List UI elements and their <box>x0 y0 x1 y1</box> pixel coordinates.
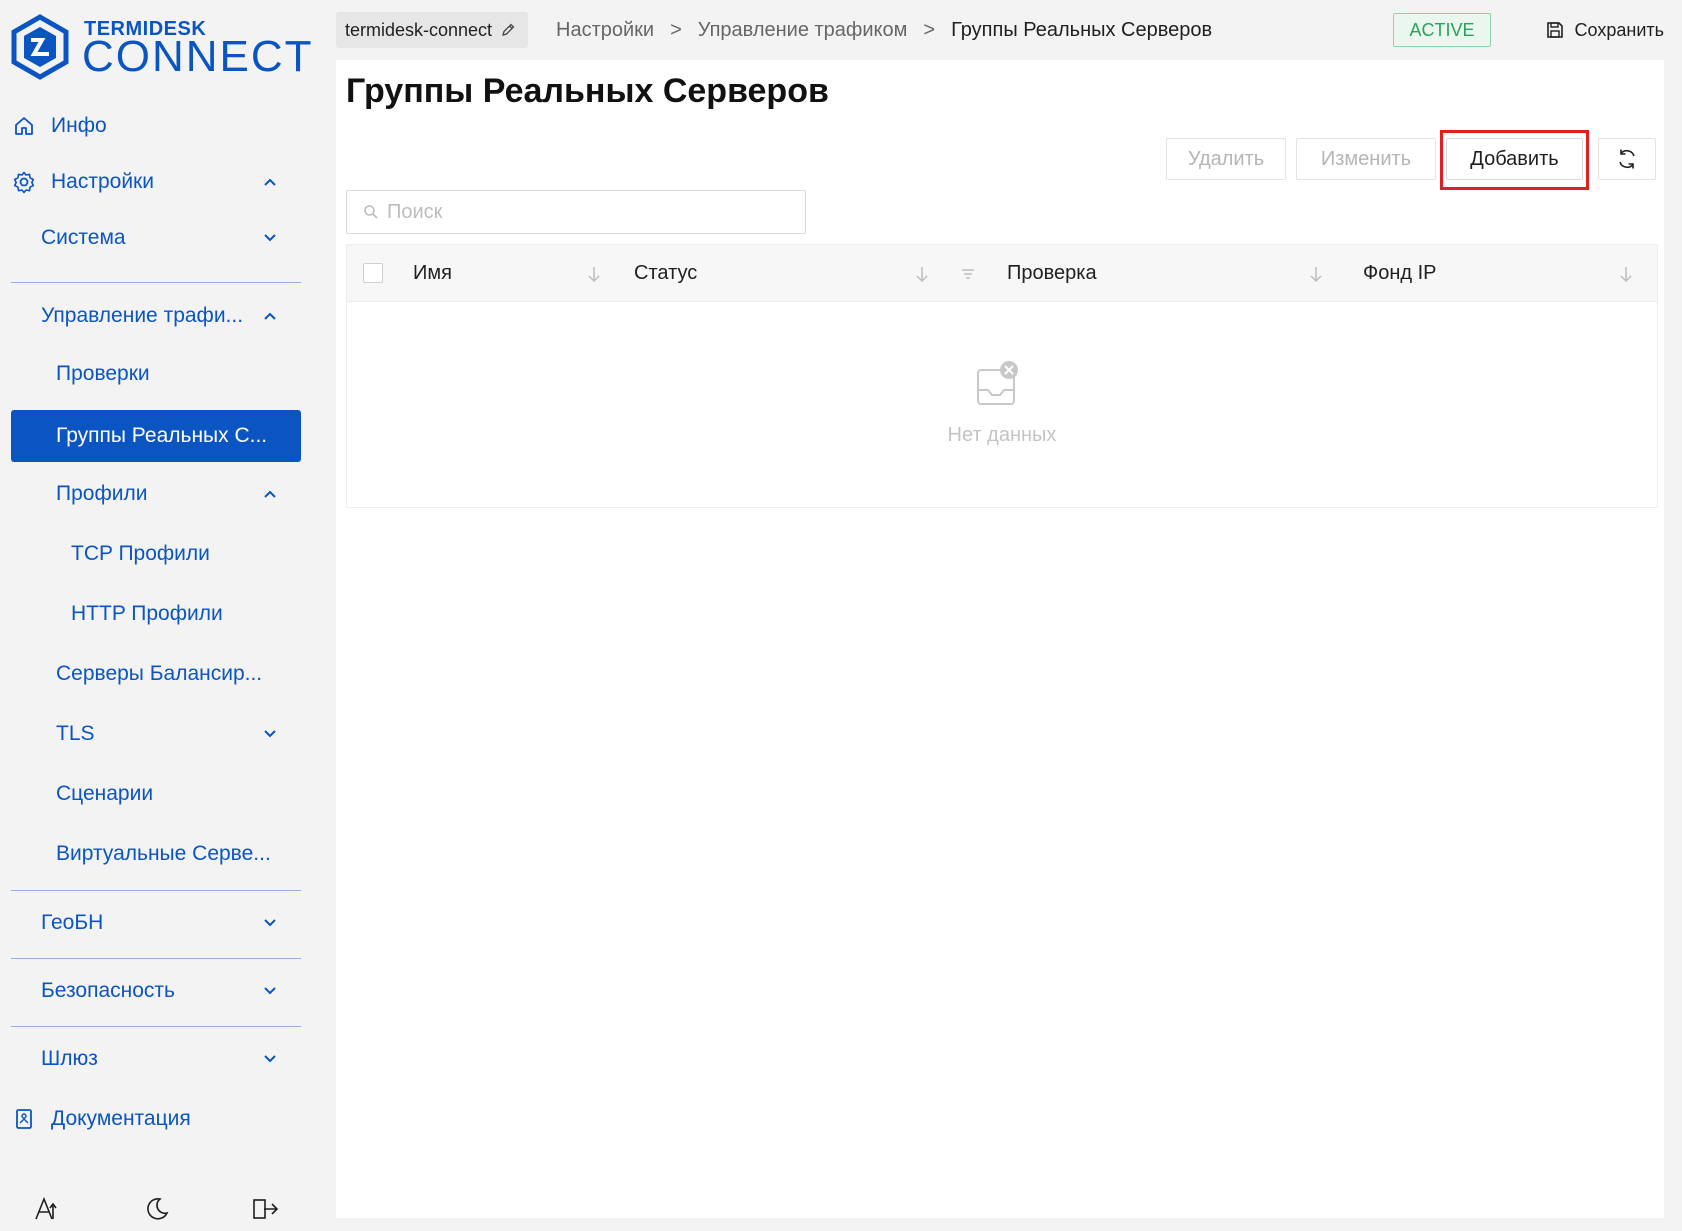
column-header-name[interactable]: Имя <box>413 245 452 302</box>
breadcrumb-traffic[interactable]: Управление трафиком <box>698 19 908 42</box>
sidebar-item-docs[interactable]: Документация <box>11 1093 301 1145</box>
sidebar-item-label: TCP Профили <box>71 542 210 565</box>
column-header-check[interactable]: Проверка <box>1007 245 1097 302</box>
top-bar: termidesk-connect Настройки > Управление… <box>336 12 1664 48</box>
sidebar-item-label: Инфо <box>51 114 107 137</box>
select-all-checkbox[interactable] <box>363 263 383 283</box>
sidebar-item-label: ГеоБН <box>41 911 104 934</box>
sidebar-divider <box>11 282 301 283</box>
brand-logo: TERMIDESK CONNECT <box>10 14 312 81</box>
chevron-down-icon <box>261 725 279 743</box>
instance-name-breadcrumb[interactable]: termidesk-connect <box>336 12 529 48</box>
column-header-ip-pool[interactable]: Фонд IP <box>1363 245 1437 302</box>
sidebar-item-label: Серверы Балансир... <box>56 662 263 685</box>
sidebar-item-label: Группы Реальных С... <box>56 424 268 447</box>
chevron-down-icon <box>261 982 279 1000</box>
sidebar-item-label: Система <box>41 226 126 249</box>
sidebar-divider <box>11 958 301 959</box>
sidebar-item-label: Виртуальные Серве... <box>56 842 271 865</box>
empty-inbox-icon <box>975 360 1021 413</box>
search-icon <box>363 204 379 220</box>
data-table: Имя Статус Проверка Фонд IP Нет данных <box>346 244 1658 508</box>
home-icon <box>11 113 37 139</box>
sidebar-item-label: Настройки <box>51 170 154 193</box>
delete-button[interactable]: Удалить <box>1166 138 1286 180</box>
chevron-up-icon <box>261 173 279 191</box>
sort-arrow-icon[interactable] <box>913 264 931 284</box>
sidebar-item-balancer-servers[interactable]: Серверы Балансир... <box>11 648 301 700</box>
sidebar-item-system[interactable]: Система <box>11 212 301 264</box>
gear-icon <box>11 169 37 195</box>
dark-mode-moon-icon[interactable] <box>142 1194 172 1224</box>
sidebar-item-security[interactable]: Безопасность <box>11 965 301 1017</box>
refresh-button[interactable] <box>1598 138 1656 180</box>
search-field[interactable] <box>346 190 806 234</box>
sidebar-item-label: Безопасность <box>41 979 175 1002</box>
edit-button[interactable]: Изменить <box>1296 138 1436 180</box>
breadcrumb-current: Группы Реальных Серверов <box>951 18 1213 41</box>
chevron-down-icon <box>261 914 279 932</box>
sidebar-item-info[interactable]: Инфо <box>11 100 301 152</box>
sidebar-footer <box>30 1194 290 1228</box>
font-size-icon[interactable] <box>32 1194 62 1224</box>
breadcrumb-settings[interactable]: Настройки <box>556 19 654 42</box>
sidebar-item-scenarios[interactable]: Сценарии <box>11 768 301 820</box>
breadcrumb-separator: > <box>670 18 682 41</box>
save-label: Сохранить <box>1574 19 1664 40</box>
brand-hexagon-icon <box>11 14 69 80</box>
main-panel: Группы Реальных Серверов Удалить Изменит… <box>336 60 1664 1218</box>
sidebar-item-label: Документация <box>51 1107 191 1130</box>
sidebar-item-settings[interactable]: Настройки <box>11 156 301 208</box>
sidebar-item-label: Сценарии <box>56 782 154 805</box>
table-header: Имя Статус Проверка Фонд IP <box>347 245 1657 302</box>
sidebar-item-label: TLS <box>56 722 95 745</box>
sidebar-item-real-server-groups[interactable]: Группы Реальных С... <box>11 410 301 462</box>
chevron-up-icon <box>261 485 279 503</box>
empty-state: Нет данных <box>347 302 1657 508</box>
sidebar-item-label: Проверки <box>56 362 150 385</box>
sidebar-item-http-profiles[interactable]: HTTP Профили <box>11 588 301 640</box>
sort-arrow-icon[interactable] <box>585 264 603 284</box>
sidebar-item-label: Шлюз <box>41 1047 98 1070</box>
sidebar-item-tls[interactable]: TLS <box>11 708 301 760</box>
chevron-down-icon <box>261 229 279 247</box>
empty-state-text: Нет данных <box>947 424 1057 446</box>
column-header-status[interactable]: Статус <box>634 245 697 302</box>
sidebar-item-label: Управление трафи... <box>41 304 244 327</box>
sidebar-item-label: Профили <box>56 482 148 505</box>
sidebar: TERMIDESK CONNECT Инфо Настройки Система… <box>0 0 316 1231</box>
sidebar-item-profiles[interactable]: Профили <box>11 468 301 520</box>
chevron-down-icon <box>261 1050 279 1068</box>
sidebar-item-traffic[interactable]: Управление трафи... <box>11 290 301 342</box>
sort-arrow-icon[interactable] <box>1307 264 1325 284</box>
sidebar-divider <box>11 890 301 891</box>
sidebar-item-label: HTTP Профили <box>71 602 223 625</box>
chevron-up-icon <box>261 307 279 325</box>
sort-arrow-icon[interactable] <box>1617 264 1635 284</box>
instance-name: termidesk-connect <box>345 19 493 40</box>
breadcrumb: Настройки > Управление трафиком > Группы… <box>556 12 1212 48</box>
refresh-icon <box>1615 147 1639 171</box>
status-badge: ACTIVE <box>1393 13 1491 47</box>
sidebar-item-virtual-servers[interactable]: Виртуальные Серве... <box>11 828 301 880</box>
logout-icon[interactable] <box>250 1194 280 1224</box>
floppy-disk-icon <box>1545 20 1565 40</box>
sidebar-item-checks[interactable]: Проверки <box>11 348 301 400</box>
pencil-icon[interactable] <box>500 22 516 38</box>
page-title: Группы Реальных Серверов <box>346 72 829 110</box>
search-input[interactable] <box>387 200 787 224</box>
save-button[interactable]: Сохранить <box>1545 12 1664 48</box>
sidebar-item-gateway[interactable]: Шлюз <box>11 1033 301 1085</box>
brand-name-bottom: CONNECT <box>82 32 314 81</box>
document-icon <box>11 1106 37 1132</box>
sidebar-item-tcp-profiles[interactable]: TCP Профили <box>11 528 301 580</box>
breadcrumb-separator: > <box>923 18 936 41</box>
filter-icon[interactable] <box>959 264 977 284</box>
sidebar-divider <box>11 1026 301 1027</box>
sidebar-item-geobn[interactable]: ГеоБН <box>11 897 301 949</box>
add-button-highlight <box>1440 130 1589 190</box>
